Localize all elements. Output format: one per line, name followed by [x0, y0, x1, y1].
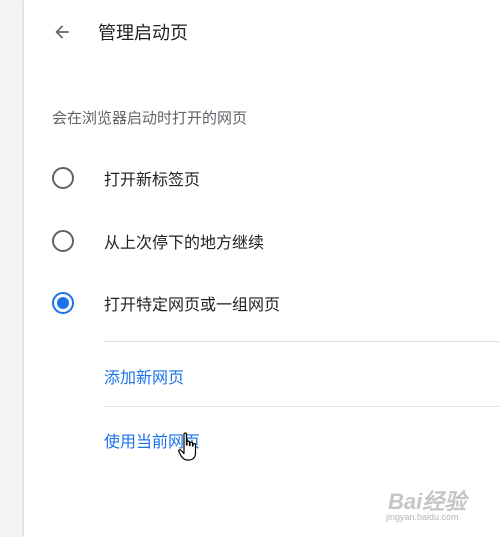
baidu-jingyan-watermark: Bai经验 jingyan.baidu.com [380, 478, 495, 528]
page-title: 管理启动页 [98, 23, 188, 44]
watermark-url: jingyan.baidu.com [386, 512, 459, 522]
radio-button[interactable] [52, 167, 74, 189]
divider [104, 406, 500, 407]
hand-pointer-icon [178, 432, 197, 461]
section-description: 会在浏览器启动时打开的网页 [52, 109, 248, 127]
option-open-specific-pages[interactable]: 打开特定网页或一组网页 [48, 281, 500, 325]
page-header: 管理启动页 [24, 0, 500, 64]
option-continue-where-left-off[interactable]: 从上次停下的地方继续 [48, 219, 500, 263]
radio-button[interactable] [52, 230, 74, 252]
option-label: 从上次停下的地方继续 [104, 233, 265, 252]
option-open-new-tab[interactable]: 打开新标签页 [48, 156, 500, 200]
option-label: 打开特定网页或一组网页 [104, 295, 281, 314]
startup-settings-card: 管理启动页 会在浏览器启动时打开的网页 打开新标签页 从上次停下的地方继续 打开… [24, 0, 500, 537]
back-button[interactable] [46, 16, 78, 48]
option-label: 打开新标签页 [104, 170, 201, 189]
arrow-back-icon [55, 25, 69, 39]
add-new-page-link[interactable]: 添加新网页 [104, 364, 184, 388]
divider [104, 341, 500, 342]
radio-button-selected[interactable] [52, 292, 74, 314]
